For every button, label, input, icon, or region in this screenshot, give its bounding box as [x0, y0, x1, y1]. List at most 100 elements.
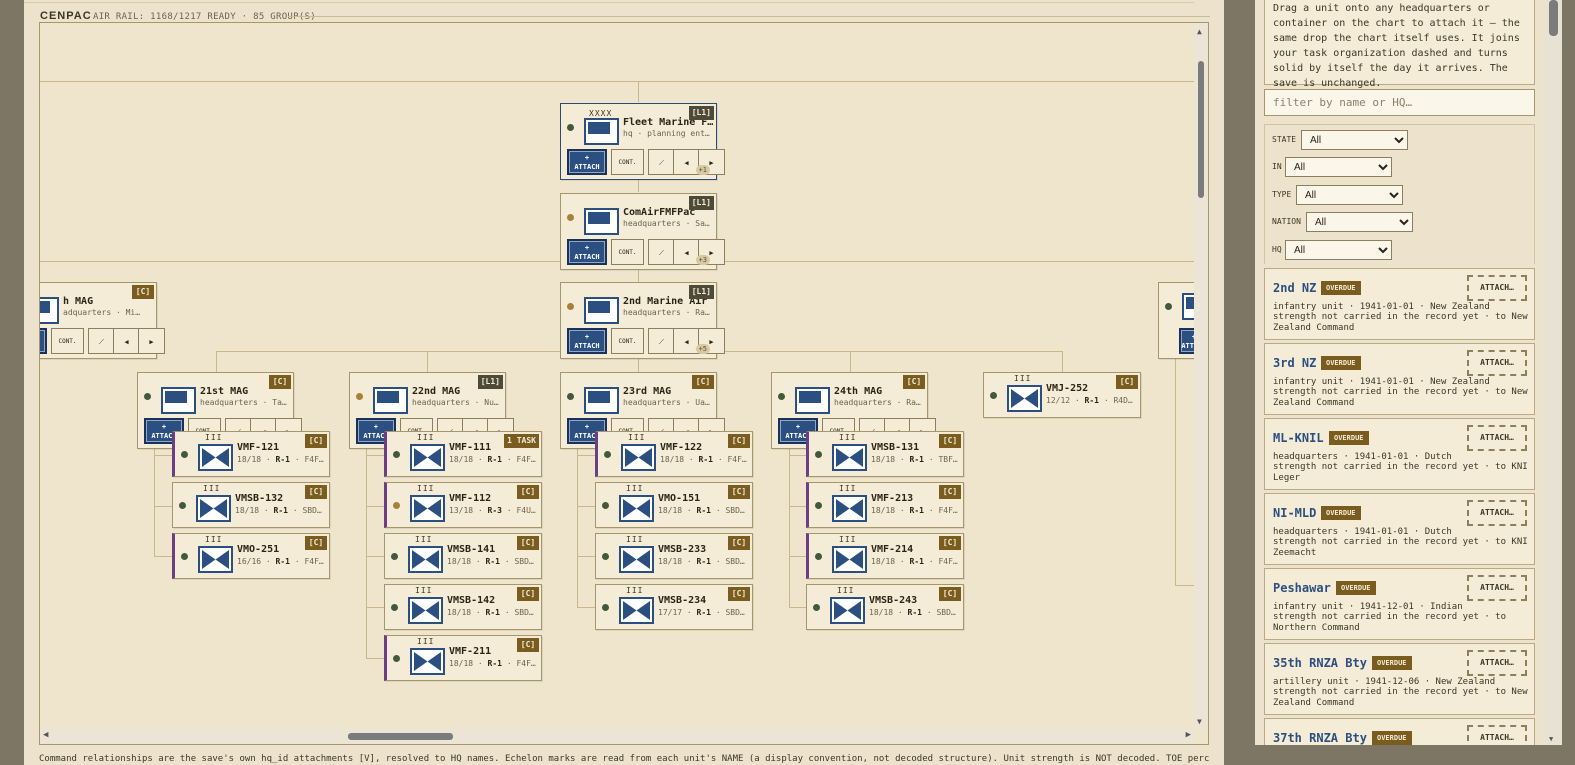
squadron-card-vmsb141[interactable]: III VMSB-141 18/18 · R-1 · SBD… [C]: [384, 533, 542, 579]
attach-menu-button[interactable]: ATTACH…: [1467, 500, 1527, 526]
panel-scroll-thumb[interactable]: [1549, 0, 1558, 36]
child-count-badge: +5: [695, 344, 710, 354]
in-select[interactable]: All: [1285, 157, 1392, 177]
squadron-card-vmsb234[interactable]: III VMSB-234 17/17 · R-1 · SBD… [C]: [595, 584, 753, 630]
squadron-card-vmsb142[interactable]: III VMSB-142 18/18 · R-1 · SBD… [C]: [384, 584, 542, 630]
expand-right-icon[interactable]: ▶: [138, 328, 165, 354]
reinforcement-card[interactable]: NI-MLD OVERDUE ATTACH… headquarters · 19…: [1264, 493, 1535, 565]
squadron-card-vmsb132[interactable]: III VMSB-132 18/18 · R-1 · SBD… [C]: [172, 482, 330, 528]
reinforcement-card[interactable]: 2nd NZ OVERDUE ATTACH… infantry unit · 1…: [1264, 268, 1535, 340]
aviation-unit-icon: [410, 444, 445, 471]
hq-card-2maw[interactable]: 2nd Marine Air Wingheadquarters · Ra…[L1…: [560, 282, 725, 359]
squadron-card-vmf112[interactable]: III VMF-112 13/18 · R-3 · F4U… [C]: [384, 482, 542, 528]
hq-symbol-icon: [584, 118, 619, 145]
status-badge: [C]: [939, 536, 961, 550]
attach-button[interactable]: +ATTACH: [1179, 328, 1195, 354]
squadron-card-vmsb131[interactable]: III VMSB-131 18/18 · R-1 · TBF… [C]: [806, 431, 964, 477]
cont-button[interactable]: CONT.: [611, 239, 644, 265]
hq-card-comair[interactable]: ComAirFMFPac headquarters · Sa… [L1] + ATTA…: [560, 193, 725, 270]
attach-button[interactable]: +ATTACH: [567, 328, 607, 354]
squadron-card-vmf214[interactable]: III VMF-214 18/18 · R-1 · F4F… [C]: [806, 533, 964, 579]
attach-menu-button[interactable]: ATTACH…: [1467, 275, 1527, 301]
reinforcement-card[interactable]: Peshawar OVERDUE ATTACH… infantry unit ·…: [1264, 568, 1535, 640]
squadron-card-vmj252[interactable]: III VMJ-252 12/12 · R-1 · R4D… [C]: [983, 372, 1141, 418]
link-icon[interactable]: ⟋: [648, 239, 675, 265]
link-icon[interactable]: ⟋: [648, 149, 675, 175]
hq-card-offscreen[interactable]: +ATTACH: [1158, 282, 1195, 359]
squadron-card-vmf211[interactable]: III VMF-211 18/18 · R-1 · F4F… [C]: [384, 635, 542, 681]
unit-filter-input[interactable]: filter by name or HQ…: [1264, 89, 1535, 116]
unit-name-link[interactable]: ML-KNIL: [1273, 431, 1324, 445]
scroll-up-arrow-icon[interactable]: ▲: [1197, 27, 1202, 36]
window-frame-right: [1562, 0, 1575, 765]
horizontal-scrollbar[interactable]: ◀ ▶: [40, 728, 1195, 744]
attach-menu-button[interactable]: ATTACH…: [1467, 575, 1527, 601]
collapse-left-icon[interactable]: ◀: [113, 328, 140, 354]
vertical-scroll-thumb[interactable]: [1198, 61, 1204, 198]
cont-button[interactable]: CONT.: [611, 328, 644, 354]
reinforcement-card[interactable]: 3rd NZ OVERDUE ATTACH… infantry unit · 1…: [1264, 343, 1535, 415]
hq-symbol-icon: [584, 297, 619, 324]
reinforcement-card[interactable]: ML-KNIL OVERDUE ATTACH… headquarters · 1…: [1264, 418, 1535, 490]
reinforcement-card[interactable]: 35th RNZA Bty OVERDUE ATTACH… artillery …: [1264, 643, 1535, 715]
overdue-badge: OVERDUE: [1372, 731, 1412, 745]
scroll-down-arrow-icon[interactable]: ▼: [1197, 717, 1202, 726]
reinforcement-card[interactable]: 37th RNZA Bty OVERDUE ATTACH…: [1264, 718, 1535, 745]
attach-menu-button[interactable]: ATTACH…: [1467, 425, 1527, 451]
scroll-down-arrow-icon[interactable]: ▼: [1549, 735, 1553, 743]
cont-button[interactable]: CONT.: [611, 149, 644, 175]
attach-button[interactable]: +ATTACH: [567, 149, 607, 175]
aviation-unit-icon: [619, 495, 654, 522]
nation-select[interactable]: All: [1306, 212, 1413, 232]
readiness-dot: [815, 553, 822, 560]
squadron-card-vmsb243[interactable]: III VMSB-243 18/18 · R-1 · SBD… [C]: [806, 584, 964, 630]
unit-name-link[interactable]: 37th RNZA Bty: [1273, 731, 1367, 745]
squadron-card-vmo151[interactable]: III VMO-151 18/18 · R-1 · SBD… [C]: [595, 482, 753, 528]
attach-menu-button[interactable]: ATTACH…: [1467, 350, 1527, 376]
scroll-right-arrow-icon[interactable]: ▶: [1186, 730, 1191, 740]
unit-name-link[interactable]: Peshawar: [1273, 581, 1331, 595]
unit-name-link[interactable]: 35th RNZA Bty: [1273, 656, 1367, 670]
unit-note: strength not carried in the record yet ·…: [1273, 537, 1528, 558]
readiness-dot: [391, 604, 398, 611]
org-chart-viewport[interactable]: XXXX Fleet Marine F… hq · planning ent… [L1…: [39, 22, 1209, 745]
window-gap: [1224, 0, 1255, 765]
unit-name-link[interactable]: 3rd NZ: [1273, 356, 1316, 370]
org-chart[interactable]: XXXX Fleet Marine F… hq · planning ent… [L1…: [40, 23, 1195, 728]
connector: [638, 81, 639, 102]
squadron-card-vmf122[interactable]: III VMF-122 18/18 · R-1 · F4F… [C]: [595, 431, 753, 477]
hq-card-fmf[interactable]: XXXX Fleet Marine F… hq · planning ent… [L1…: [560, 103, 725, 180]
type-select[interactable]: All: [1296, 185, 1403, 205]
cont-button[interactable]: CONT.: [51, 328, 84, 354]
echelon-mark: III: [415, 535, 433, 544]
unit-name-link[interactable]: NI-MLD: [1273, 506, 1316, 520]
panel-scrollbar[interactable]: ▲ ▼: [1545, 0, 1562, 745]
squadron-card-vmf121[interactable]: III VMF-121 18/18 · R-1 · F4F… [C]: [172, 431, 330, 477]
connector: [366, 607, 386, 608]
scroll-left-arrow-icon[interactable]: ◀: [43, 730, 48, 740]
attach-button[interactable]: +ATTACH: [40, 328, 47, 354]
squadron-card-vmf111[interactable]: III VMF-111 18/18 · R-1 · F4F… 1 TASK: [384, 431, 542, 477]
link-icon[interactable]: ⟋: [88, 328, 115, 354]
attach-button[interactable]: +ATTACH: [567, 239, 607, 265]
attach-menu-button[interactable]: ATTACH…: [1467, 650, 1527, 676]
echelon-mark: III: [203, 484, 221, 493]
link-icon[interactable]: ⟋: [648, 328, 675, 354]
connector: [1175, 348, 1176, 585]
connector: [577, 455, 597, 456]
squadron-card-vmf213[interactable]: III VMF-213 18/18 · R-1 · F4F… [C]: [806, 482, 964, 528]
state-select[interactable]: All: [1301, 130, 1408, 150]
hq-select[interactable]: All: [1285, 240, 1392, 260]
vertical-scrollbar[interactable]: ▲ ▼: [1194, 23, 1208, 728]
air-rail-status: AIR RAIL: 1168/1217 READY · 85 GROUP(S): [93, 12, 317, 22]
squadron-card-vmsb233[interactable]: III VMSB-233 18/18 · R-1 · SBD… [C]: [595, 533, 753, 579]
status-badge: [C]: [305, 434, 327, 448]
unit-details: headquarters · 1941-01-01 · Dutch: [1273, 452, 1452, 462]
horizontal-scroll-thumb[interactable]: [348, 733, 453, 740]
state-filter: STATE All: [1272, 130, 1408, 150]
hq-card-leftmag[interactable]: h MAGadquarters · Mi…[C] +ATTACH CONT. ⟋…: [40, 282, 165, 359]
readiness-dot: [181, 553, 188, 560]
attach-menu-button[interactable]: ATTACH…: [1467, 725, 1527, 745]
squadron-card-vmo251[interactable]: III VMO-251 16/16 · R-1 · F4F… [C]: [172, 533, 330, 579]
unit-name-link[interactable]: 2nd NZ: [1273, 281, 1316, 295]
